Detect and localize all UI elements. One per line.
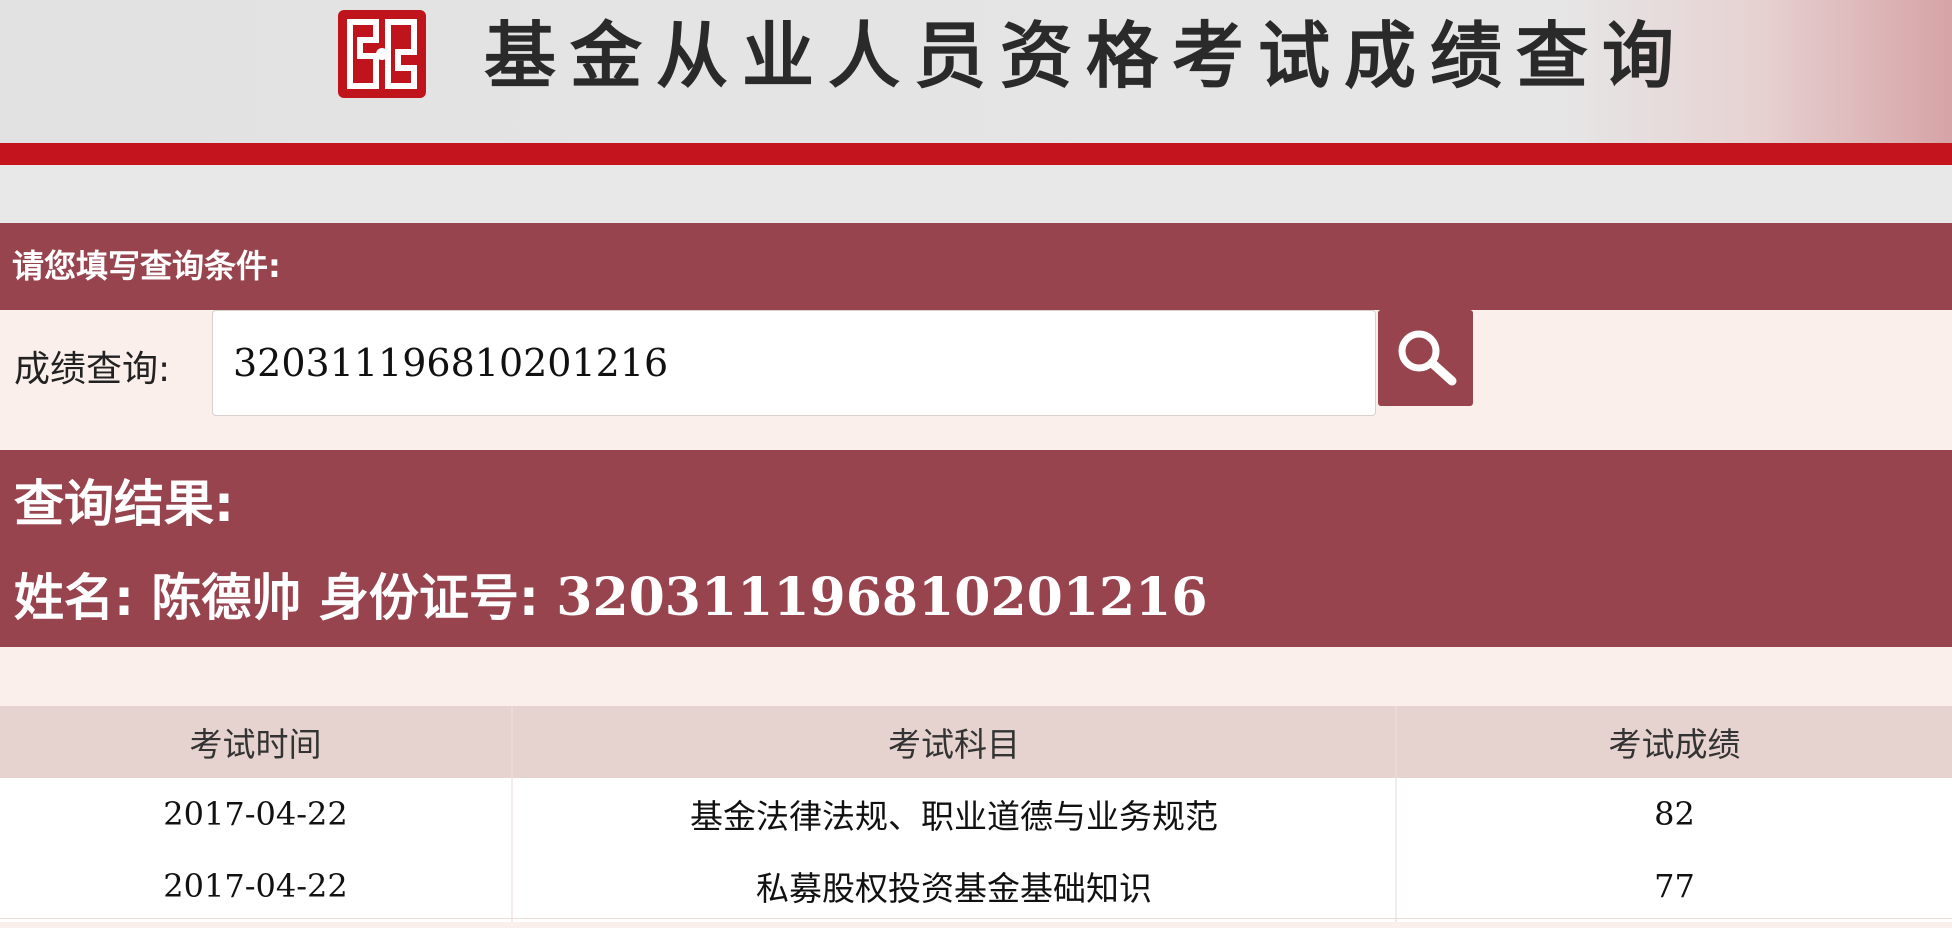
result-section: 查询结果: 姓名: 陈德帅 身份证号: 320311196810201216	[0, 450, 1952, 647]
score-table: 考试时间 考试科目 考试成绩 2017-04-22 基金法律法规、职业道德与业务…	[0, 706, 1952, 922]
exam-subject-cell: 基金法律法规、职业道德与业务规范	[512, 778, 1397, 850]
id-search-input[interactable]	[212, 310, 1376, 416]
result-person-line: 姓名: 陈德帅 身份证号: 320311196810201216	[14, 566, 1208, 630]
id-label: 身份证号:	[318, 569, 539, 627]
id-value: 320311196810201216	[556, 567, 1208, 628]
table-row: 2017-04-22 基金法律法规、职业道德与业务规范 82	[0, 778, 1952, 850]
exam-subject-cell: 私募股权投资基金基础知识	[512, 850, 1397, 922]
query-section-label: 请您填写查询条件:	[12, 247, 281, 285]
table-row: 2017-04-22 私募股权投资基金基础知识 77	[0, 850, 1952, 922]
header-exam-date: 考试时间	[0, 706, 513, 778]
query-section-bar: 请您填写查询条件:	[0, 223, 1952, 310]
header-divider	[0, 143, 1952, 165]
table-bottom-divider	[0, 918, 1952, 919]
exam-score-cell: 82	[1396, 778, 1952, 850]
search-button[interactable]	[1378, 310, 1473, 406]
header-exam-score: 考试成绩	[1396, 706, 1952, 778]
query-row: 成绩查询:	[0, 310, 1952, 450]
spacer-band	[0, 165, 1952, 223]
query-field-label: 成绩查询:	[14, 349, 171, 390]
magnifier-icon	[1398, 330, 1457, 386]
seal-logo-icon	[338, 10, 426, 98]
table-header-row: 考试时间 考试科目 考试成绩	[0, 706, 1952, 778]
result-title: 查询结果:	[14, 475, 234, 533]
site-title: 基金从业人员资格考试成绩查询	[484, 13, 1689, 98]
exam-date-cell: 2017-04-22	[0, 850, 513, 922]
name-value: 陈德帅	[151, 569, 302, 627]
exam-date-cell: 2017-04-22	[0, 778, 513, 850]
exam-score-cell: 77	[1396, 850, 1952, 922]
header-exam-subject: 考试科目	[512, 706, 1397, 778]
name-label: 姓名:	[14, 569, 134, 627]
site-header: 基金从业人员资格考试成绩查询	[0, 0, 1952, 143]
